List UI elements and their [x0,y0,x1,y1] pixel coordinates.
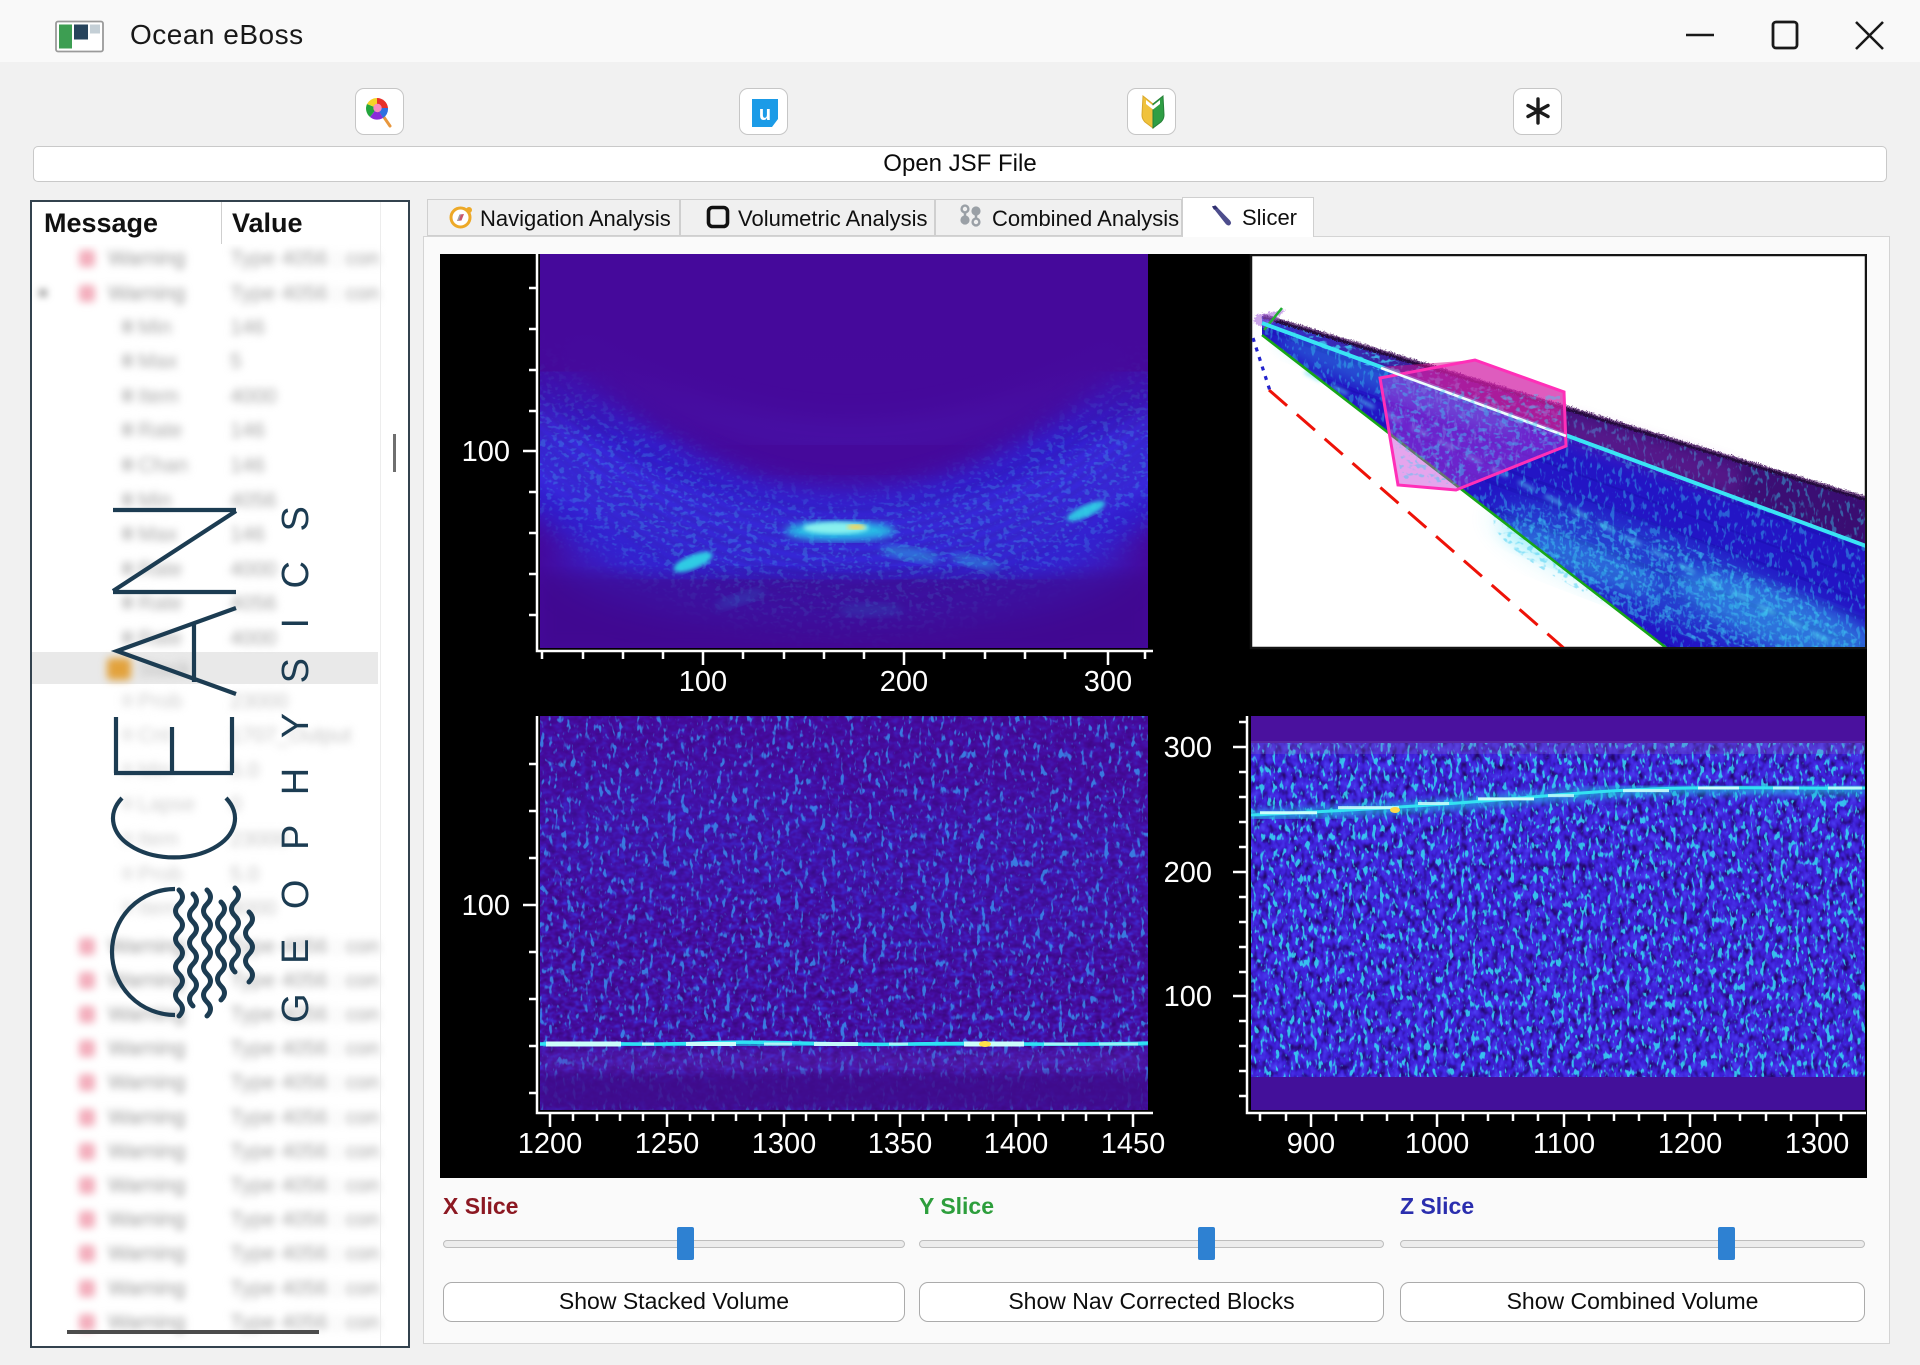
svg-text:1200: 1200 [518,1128,583,1160]
svg-text:300: 300 [1084,666,1132,698]
svg-text:1300: 1300 [1785,1128,1850,1160]
svg-text:1350: 1350 [868,1128,933,1160]
svg-text:1100: 1100 [1533,1128,1595,1160]
svg-text:1450: 1450 [1101,1128,1166,1160]
svg-text:200: 200 [1164,857,1212,889]
svg-text:100: 100 [462,436,510,468]
svg-text:1400: 1400 [984,1128,1049,1160]
svg-text:1200: 1200 [1658,1128,1723,1160]
svg-text:100: 100 [462,890,510,922]
svg-text:100: 100 [1164,981,1212,1013]
svg-text:GEOPHYSICS: GEOPHYSICS [275,477,317,1023]
svg-text:900: 900 [1287,1128,1335,1160]
svg-text:300: 300 [1164,732,1212,764]
svg-text:200: 200 [880,666,928,698]
svg-text:100: 100 [679,666,727,698]
svg-text:u: u [759,103,771,125]
svg-text:1000: 1000 [1405,1128,1470,1160]
svg-text:1300: 1300 [752,1128,817,1160]
svg-text:1250: 1250 [635,1128,700,1160]
